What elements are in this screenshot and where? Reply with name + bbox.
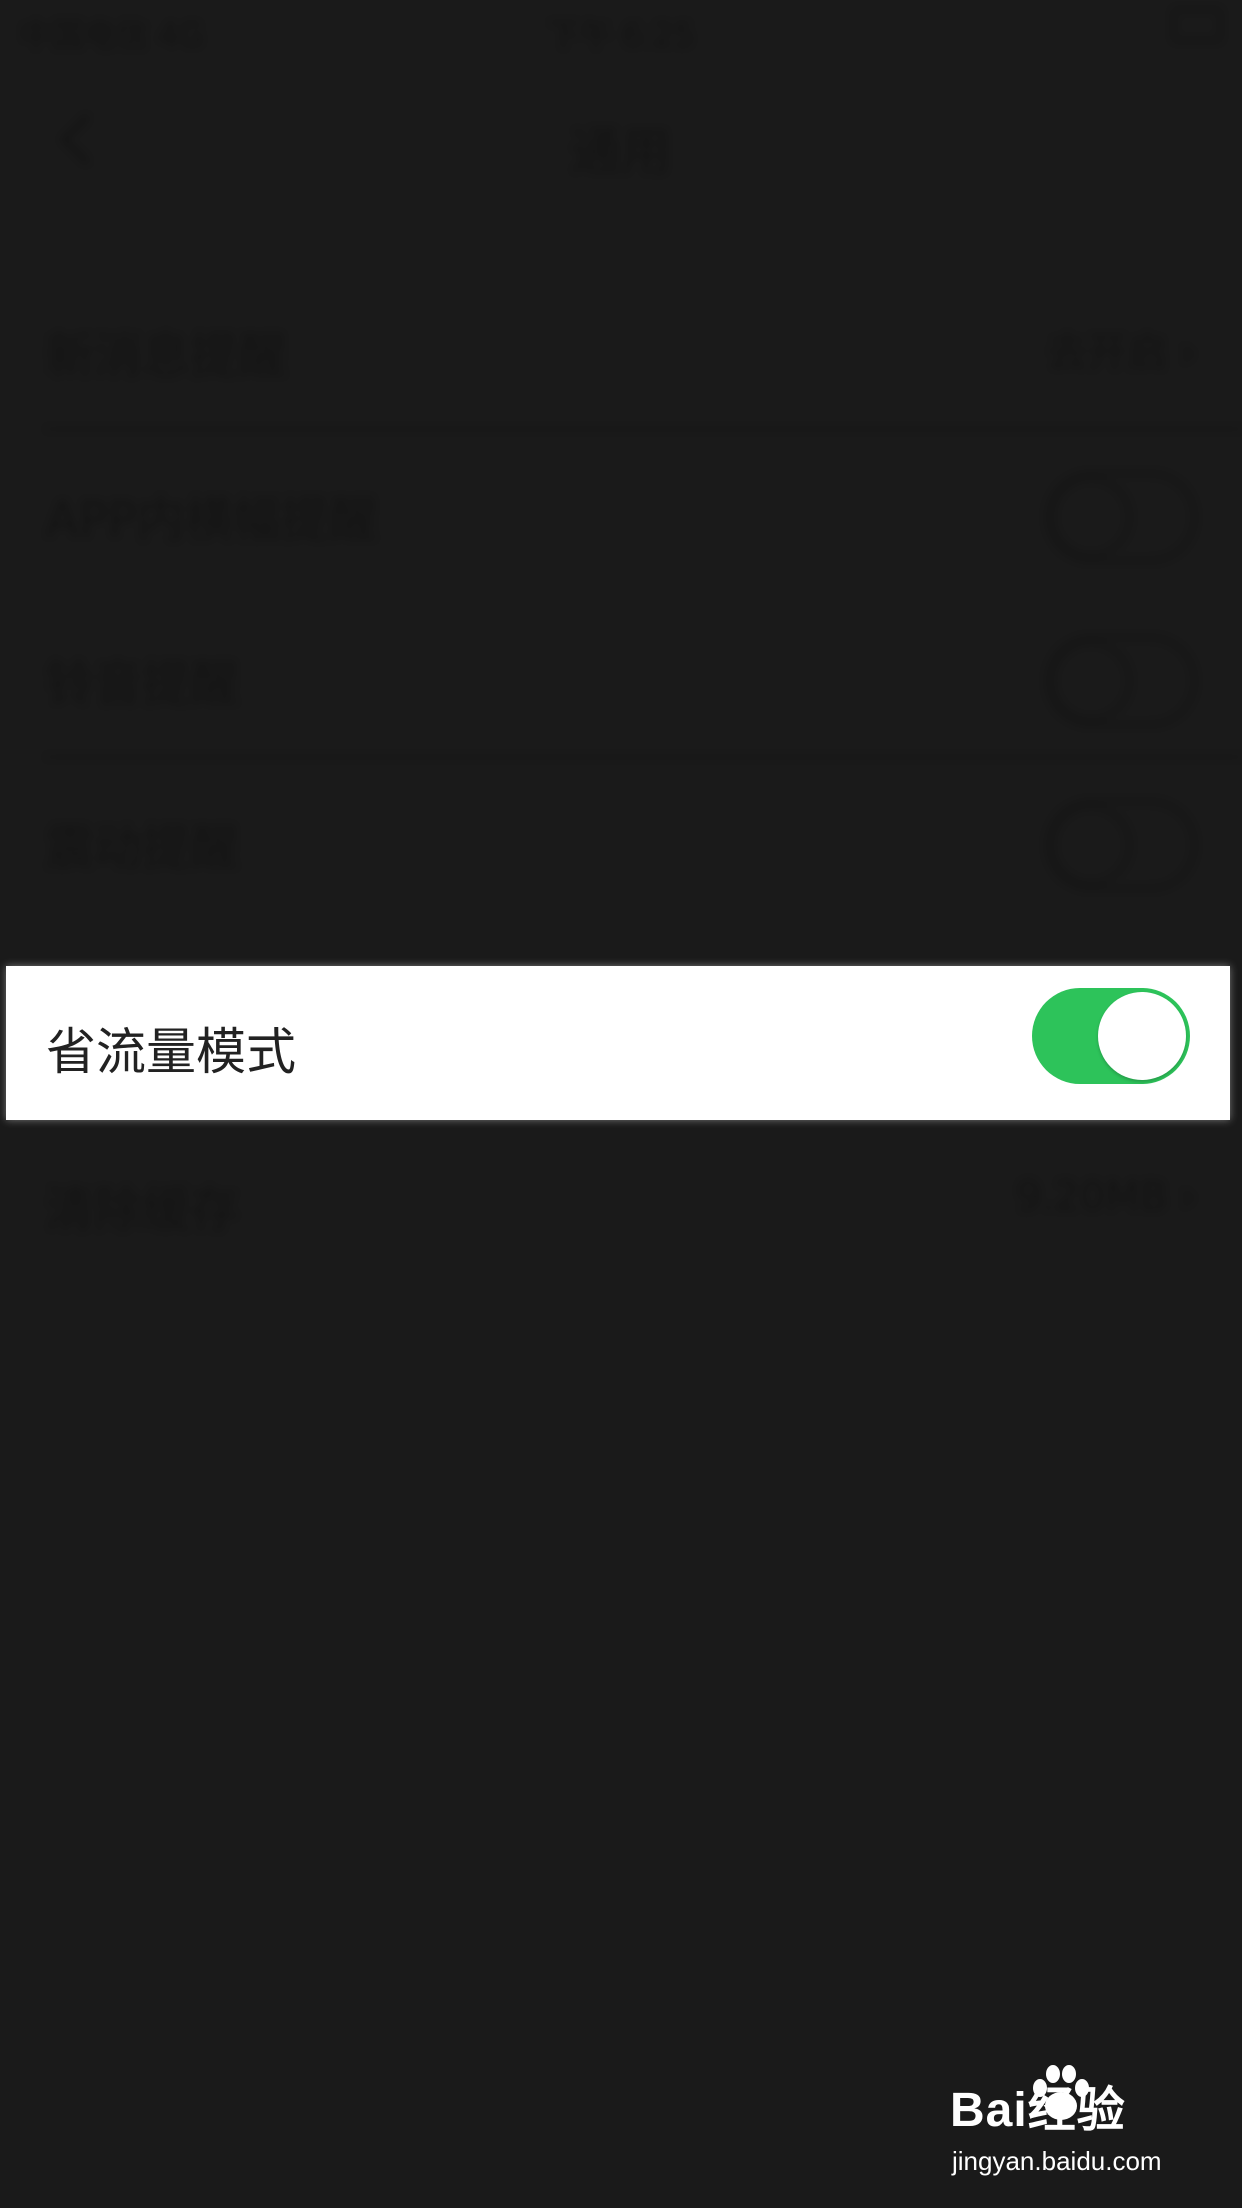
watermark-url: jingyan.baidu.com [952,2146,1162,2176]
battery-icon [1172,8,1222,42]
row-value: 去开启 › [1047,320,1196,378]
chevron-right-icon: › [1180,330,1196,376]
status-time: 下午 6:25 [547,16,695,54]
divider [46,428,1242,430]
row-in-app-banner: APP内横幅提醒 [46,450,1196,570]
settings-screen: 中国电信 4G 下午 6:25 通用 新消息提醒 去开启 › APP内横幅提醒 … [0,0,1242,2208]
toggle-knob [1098,992,1186,1080]
row-label: 新消息提醒 [46,328,287,384]
chevron-right-icon: › [1180,1174,1196,1220]
row-label: APP内横幅提醒 [46,492,377,548]
row-value-text: 去开启 [1047,330,1168,376]
baidu-jingyan-watermark: Bai经验 jingyan.baidu.com [950,2065,1210,2190]
row-data-saver: 省流量模式 [6,966,1230,1120]
row-new-message-reminder[interactable]: 新消息提醒 去开启 › [46,286,1196,406]
vibration-toggle[interactable] [1046,800,1196,890]
in-app-banner-toggle[interactable] [1046,472,1196,562]
row-value: 9.20MB › [1016,1174,1196,1220]
row-label: 清除缓存 [46,1182,239,1238]
data-saver-label: 省流量模式 [46,1023,296,1081]
row-vibration: 震动提醒 [46,778,1196,898]
row-ringtone: 铃音提醒 [46,614,1196,734]
row-clear-cache[interactable]: 清除缓存 9.20MB › [46,1140,1196,1260]
cache-size: 9.20MB [1016,1174,1168,1220]
data-saver-toggle[interactable] [1032,988,1190,1084]
row-label: 铃音提醒 [46,656,239,712]
divider [46,756,1242,758]
status-bar: 中国电信 4G 下午 6:25 [0,0,1242,60]
ringtone-toggle[interactable] [1046,636,1196,726]
row-label: 震动提醒 [46,820,239,876]
page-title: 通用 [571,123,671,181]
paw-icon [1033,2065,1089,2120]
